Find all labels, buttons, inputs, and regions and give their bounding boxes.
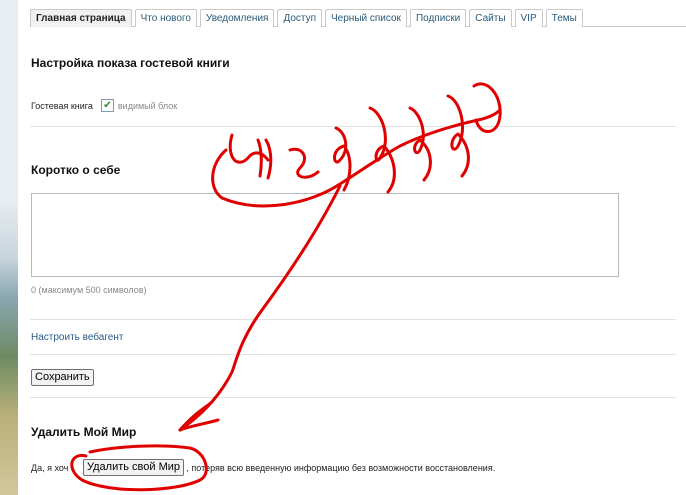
tab-main[interactable]: Главная страница: [30, 9, 132, 27]
divider: [30, 397, 676, 398]
checkmark-icon: ✔: [103, 100, 112, 111]
delete-section-title: Удалить Мой Мир: [31, 425, 137, 439]
delete-text-after: , потеряв всю введенную информацию без в…: [186, 463, 496, 473]
about-section-title: Коротко о себе: [31, 163, 121, 177]
guestbook-label: Гостевая книга: [31, 100, 93, 111]
guestbook-visible-checkbox[interactable]: ✔: [100, 99, 114, 112]
tab-bar: Главная страница Что нового Уведомления …: [30, 9, 586, 27]
delete-text-before: Да, я хоч: [31, 463, 69, 473]
about-textarea[interactable]: [31, 193, 619, 277]
tab-access[interactable]: Доступ: [277, 9, 323, 27]
tab-sites[interactable]: Сайты: [469, 9, 512, 27]
tab-themes[interactable]: Темы: [545, 9, 583, 27]
divider: [30, 354, 676, 355]
tab-vip[interactable]: VIP: [514, 9, 543, 27]
save-button[interactable]: Сохранить: [31, 369, 94, 386]
guestbook-section-title: Настройка показа гостевой книги: [31, 56, 230, 70]
divider: [30, 319, 676, 320]
configure-webagent-link[interactable]: Настроить вебагент: [31, 332, 123, 343]
tab-blacklist[interactable]: Черный список: [325, 9, 407, 27]
tab-whats-new[interactable]: Что нового: [134, 9, 197, 27]
divider: [30, 126, 676, 127]
background-strip: [0, 0, 18, 495]
about-char-counter: 0 (максимум 500 символов): [31, 285, 147, 295]
delete-my-world-button[interactable]: Удалить свой Мир: [83, 459, 185, 476]
tab-subscriptions[interactable]: Подписки: [409, 9, 467, 27]
guestbook-row: Гостевая книга ✔ видимый блок: [31, 99, 177, 112]
guestbook-checkbox-label: видимый блок: [117, 100, 178, 111]
settings-page: Главная страница Что нового Уведомления …: [18, 0, 686, 495]
tab-notifications[interactable]: Уведомления: [199, 9, 275, 27]
